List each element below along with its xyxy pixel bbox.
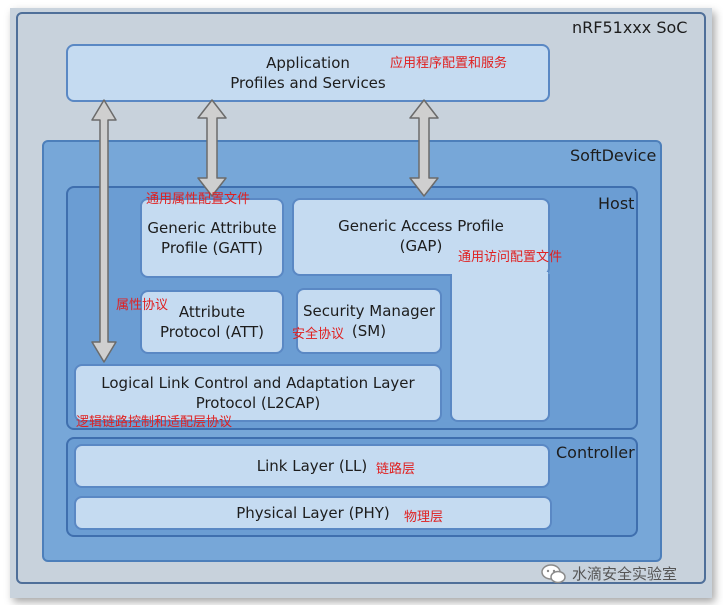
annotation-att: 属性协议 bbox=[116, 298, 169, 313]
annotation-l2cap: 逻辑链路控制和适配层协议 bbox=[76, 415, 233, 430]
arrow-app-l2cap bbox=[91, 99, 117, 363]
annotation-sm: 安全协议 bbox=[292, 327, 345, 342]
annotation-gap: 通用访问配置文件 bbox=[458, 250, 563, 265]
arrows-layer bbox=[91, 99, 439, 363]
annotation-gatt: 通用属性配置文件 bbox=[146, 192, 251, 207]
arrow-app-gatt bbox=[197, 99, 227, 197]
arrow-app-gap bbox=[409, 99, 439, 197]
watermark-text: 水滴安全实验室 bbox=[572, 565, 678, 583]
annotation-ll: 链路层 bbox=[376, 462, 416, 477]
annotation-app: 应用程序配置和服务 bbox=[390, 56, 508, 71]
wechat-icon bbox=[541, 564, 566, 584]
annotation-phy: 物理层 bbox=[404, 510, 444, 525]
